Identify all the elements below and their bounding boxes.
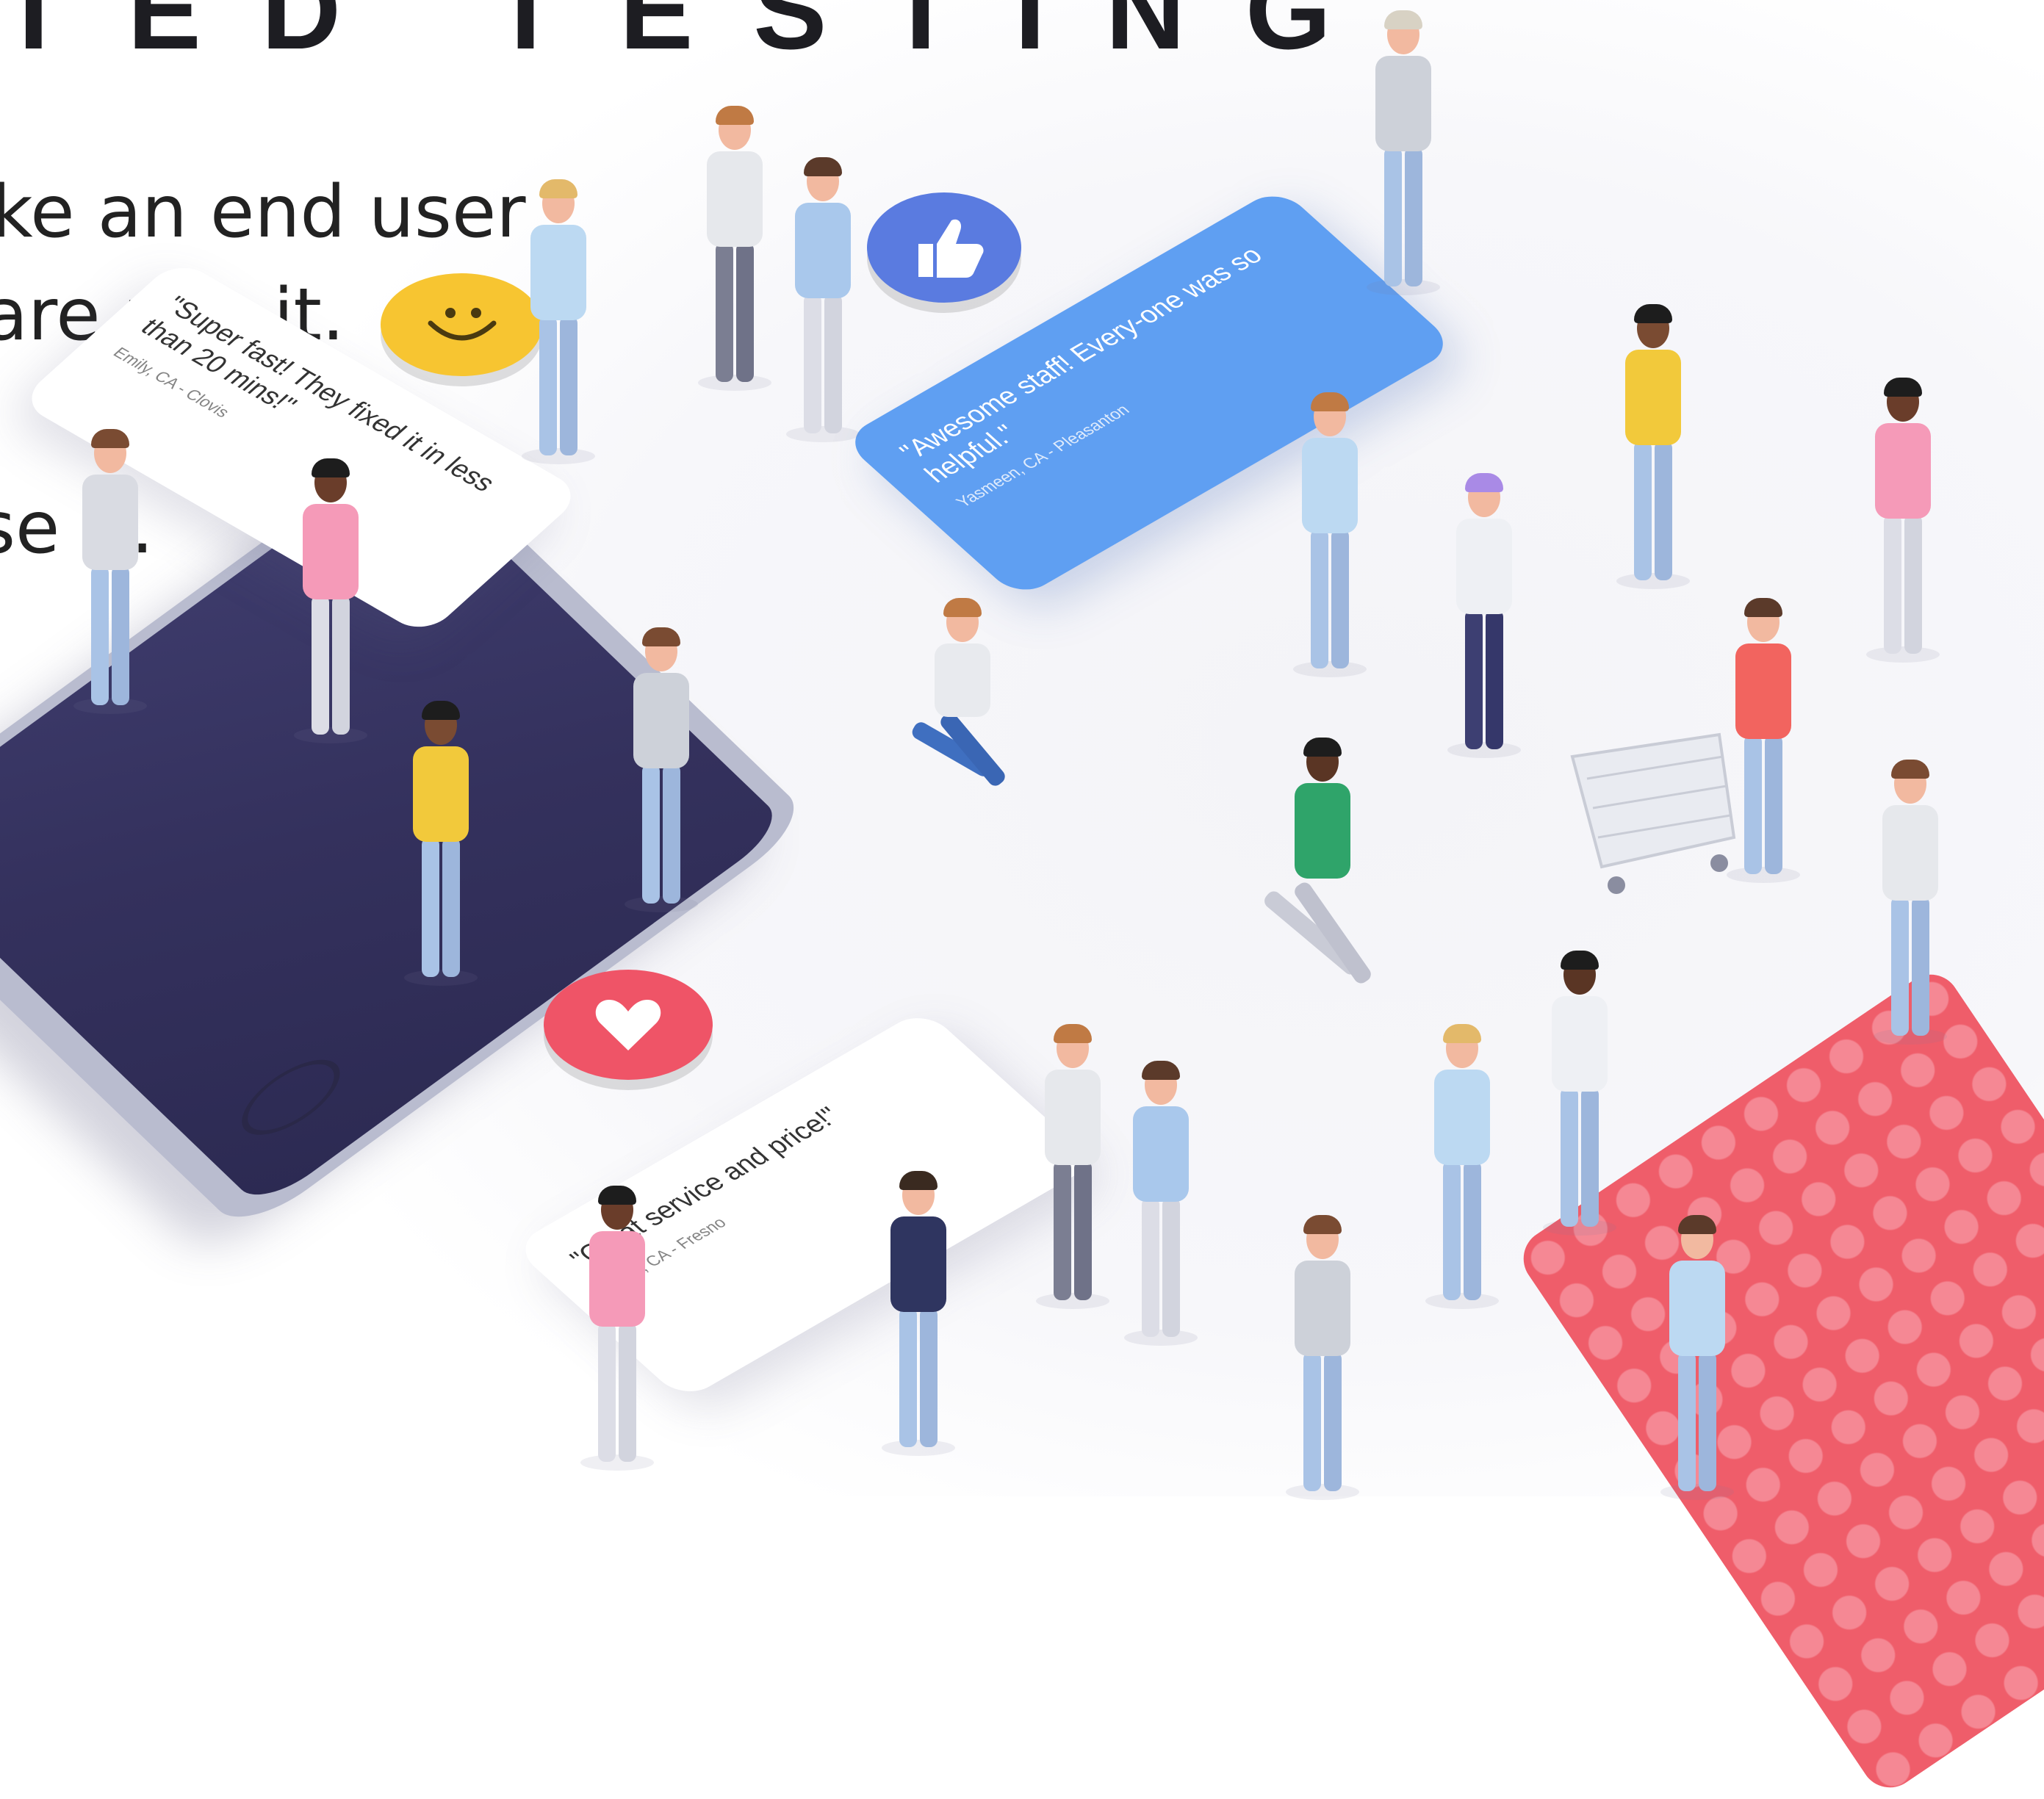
thumbs-up-badge bbox=[867, 192, 1021, 303]
person-figure bbox=[617, 627, 705, 912]
shopping-cart-icon bbox=[1570, 732, 1736, 894]
thumbs-up-icon bbox=[918, 219, 984, 278]
person-figure bbox=[874, 1171, 962, 1456]
person-figure bbox=[397, 701, 485, 986]
person-figure bbox=[910, 598, 1008, 882]
person-figure bbox=[514, 179, 602, 464]
person-figure bbox=[1278, 1215, 1367, 1500]
person-figure bbox=[1859, 378, 1947, 663]
person-figure bbox=[1359, 10, 1447, 295]
person-figure bbox=[1286, 392, 1374, 677]
person-figure bbox=[1653, 1215, 1741, 1500]
smiley-icon bbox=[428, 308, 497, 341]
heart-icon bbox=[595, 1000, 661, 1050]
person-figure bbox=[1866, 760, 1954, 1045]
body-text-line-1: ke an end user bbox=[0, 170, 526, 254]
person-figure bbox=[1117, 1061, 1205, 1346]
page-title: TED TESTING bbox=[0, 0, 1392, 72]
heart-badge bbox=[544, 970, 713, 1080]
person-figure bbox=[1609, 304, 1697, 589]
person-figure bbox=[1418, 1024, 1506, 1309]
person-figure bbox=[573, 1186, 661, 1471]
person-figure bbox=[1262, 738, 1374, 1021]
person-figure bbox=[779, 157, 867, 442]
person-figure bbox=[1536, 951, 1624, 1236]
person-figure bbox=[66, 429, 154, 714]
person-figure bbox=[1029, 1024, 1117, 1309]
person-figure bbox=[287, 458, 375, 743]
person-figure bbox=[1440, 473, 1528, 758]
person-figure bbox=[691, 106, 779, 391]
